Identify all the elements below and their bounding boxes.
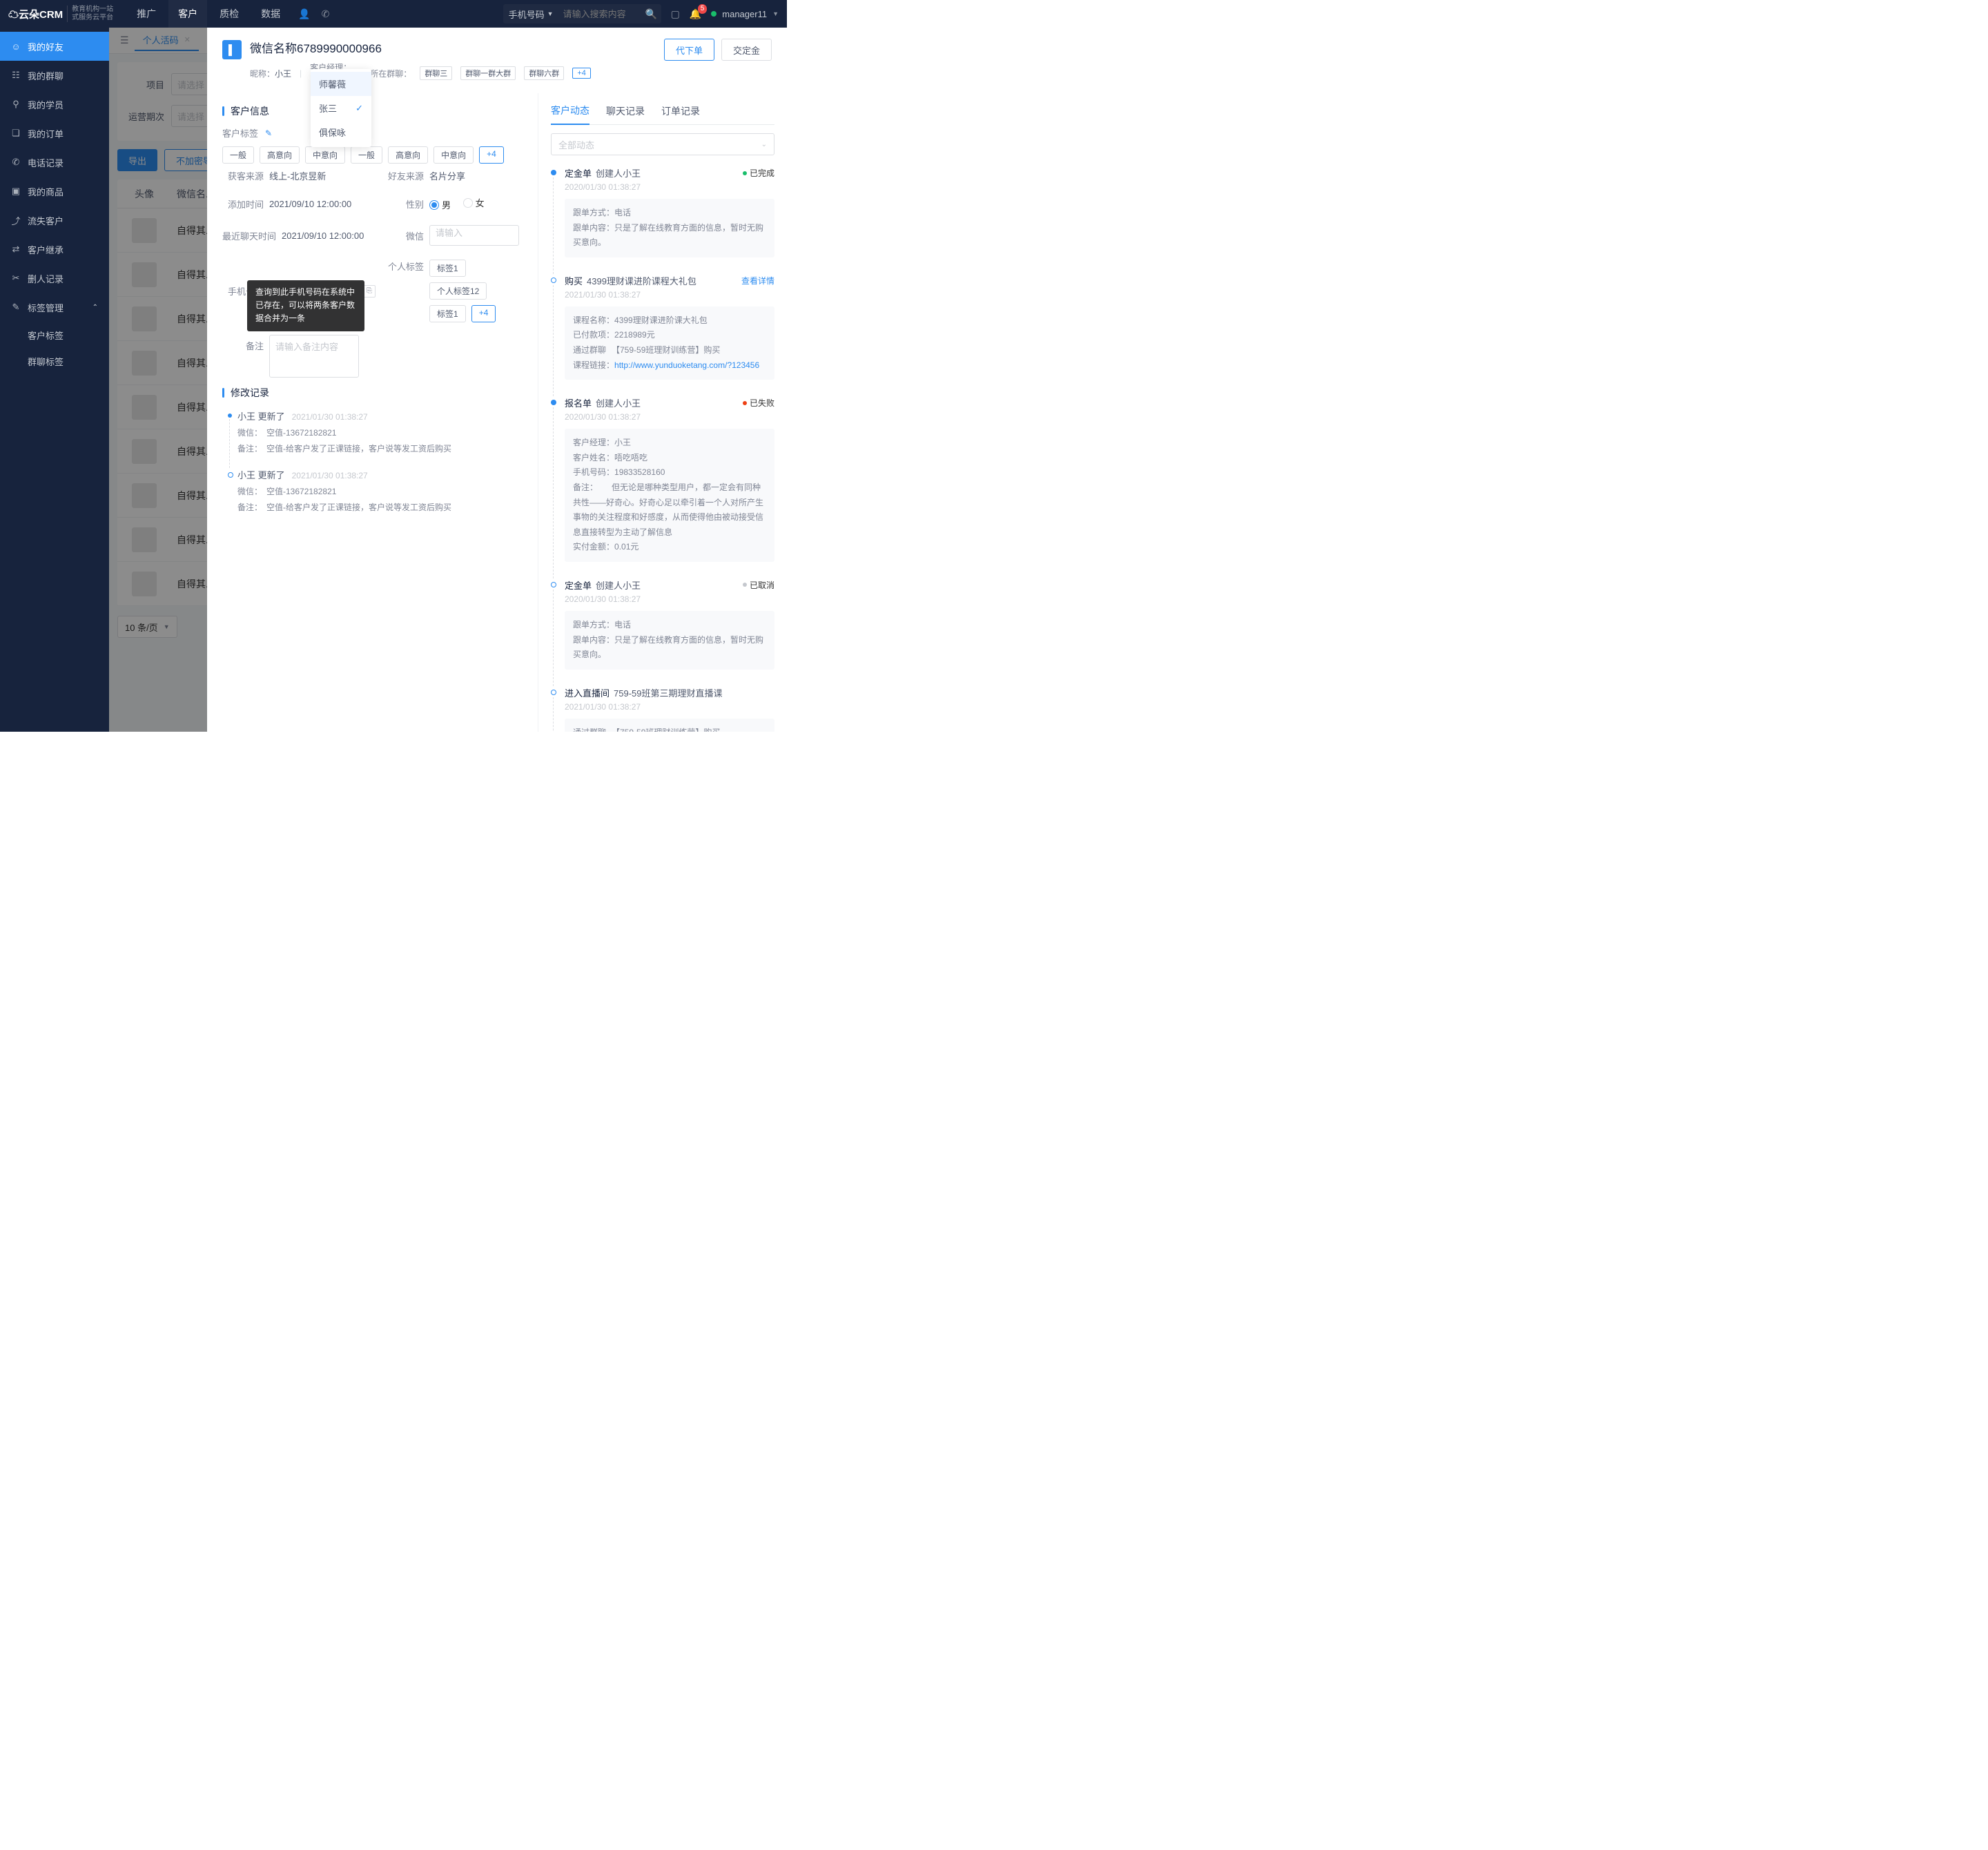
customer-tag[interactable]: 高意向 [260, 146, 300, 164]
section-info-header: 客户信息 [222, 104, 538, 118]
sidebar-lost[interactable]: ⤴流失客户 [0, 206, 109, 235]
customer-avatar-icon: ▌ [222, 40, 242, 59]
sidebar-tags[interactable]: ✎标签管理⌃ [0, 293, 109, 322]
logo-subtitle: 教育机构一站式服务云平台 [67, 6, 113, 22]
logo: ☁云朵CRM 教育机构一站式服务云平台 [8, 6, 113, 22]
search-type-select[interactable]: 手机号码▼ [503, 8, 559, 21]
notification-icon[interactable]: 🔔5 [690, 8, 701, 20]
nav-qc[interactable]: 质检 [210, 0, 248, 28]
search-group: 手机号码▼ 🔍 [503, 4, 661, 23]
search-icon[interactable]: 🔍 [642, 8, 661, 20]
feed-item: 报名单创建人小王已失败2020/01/30 01:38:27客户经理：小王客户姓… [551, 396, 774, 578]
check-icon: ✓ [355, 103, 363, 114]
sidebar-customer-tags[interactable]: 客户标签 [0, 322, 109, 348]
sidebar-groups[interactable]: ☷我的群聊 [0, 61, 109, 90]
section-history-header: 修改记录 [222, 386, 538, 400]
feed-item: 购买4399理财课进阶课程大礼包查看详情2021/01/30 01:38:27课… [551, 274, 774, 396]
personal-tag[interactable]: 标签1 [429, 260, 466, 277]
group-tag[interactable]: 群聊一群大群 [460, 66, 516, 80]
manager-option[interactable]: 张三✓ [311, 96, 371, 120]
place-order-button[interactable]: 代下单 [664, 39, 714, 61]
remark-input[interactable] [269, 335, 359, 378]
feed-item: 定金单创建人小王已完成2020/01/30 01:38:27跟单方式：电话跟单内… [551, 166, 774, 274]
search-input[interactable] [559, 9, 642, 19]
sidebar-goods[interactable]: ▣我的商品 [0, 177, 109, 206]
customer-tag[interactable]: 高意向 [388, 146, 428, 164]
feed-item: 定金单创建人小王已取消2020/01/30 01:38:27跟单方式：电话跟单内… [551, 578, 774, 686]
customer-tag[interactable]: 中意向 [433, 146, 474, 164]
nav-promo[interactable]: 推广 [127, 0, 166, 28]
history-item: 小王 更新了2021/01/30 01:38:27微信：空值-136721828… [225, 409, 524, 468]
mobile-icon[interactable]: ▢ [671, 8, 680, 20]
topbar: ☁云朵CRM 教育机构一站式服务云平台 推广 客户 质检 数据 👤 ✆ 手机号码… [0, 0, 787, 28]
user-icon[interactable]: 👤 [298, 8, 310, 20]
tab-activity[interactable]: 客户动态 [551, 97, 589, 125]
radio-female[interactable]: 女 [463, 196, 485, 209]
feed-item: 进入直播间759-59班第三期理财直播课2021/01/30 01:38:27通… [551, 686, 774, 732]
sidebar-orders[interactable]: ❏我的订单 [0, 119, 109, 148]
manager-option[interactable]: 师馨薇 [311, 72, 371, 96]
tab-order[interactable]: 订单记录 [661, 97, 700, 125]
tag-more[interactable]: +4 [479, 146, 504, 164]
customer-tag[interactable]: 一般 [222, 146, 254, 164]
sidebar-group-tags[interactable]: 群聊标签 [0, 348, 109, 374]
deposit-button[interactable]: 交定金 [721, 39, 772, 61]
radio-male[interactable]: 男 [429, 198, 451, 211]
history-item: 小王 更新了2021/01/30 01:38:27微信：空值-136721828… [225, 468, 524, 527]
logo-mark: ☁云朵CRM [8, 7, 63, 21]
top-nav: 推广 客户 质检 数据 [127, 0, 290, 28]
manager-option[interactable]: 俱保咏 [311, 120, 371, 144]
sidebar-friends[interactable]: ☺我的好友 [0, 32, 109, 61]
group-tag[interactable]: 群聊六群 [524, 66, 564, 80]
phone-tooltip: 查询到此手机号码在系统中已存在，可以将两条客户数据合并为一条 [247, 280, 364, 331]
user-menu[interactable]: manager11▼ [711, 9, 779, 19]
sidebar-calls[interactable]: ✆电话记录 [0, 148, 109, 177]
view-detail-link[interactable]: 查看详情 [741, 275, 774, 286]
manager-dropdown: 师馨薇 张三✓ 俱保咏 [311, 69, 371, 147]
link[interactable]: http://www.yunduoketang.com/?123456 [614, 360, 759, 370]
customer-tag[interactable]: 一般 [351, 146, 382, 164]
nav-customer[interactable]: 客户 [168, 0, 207, 28]
sidebar-students[interactable]: ⚲我的学员 [0, 90, 109, 119]
sidebar-inherit[interactable]: ⇄客户继承 [0, 235, 109, 264]
nav-data[interactable]: 数据 [251, 0, 290, 28]
phone-icon[interactable]: ✆ [322, 8, 330, 20]
personal-tag-more[interactable]: +4 [471, 305, 496, 322]
group-more[interactable]: +4 [572, 68, 591, 79]
sidebar-delete[interactable]: ✂删人记录 [0, 264, 109, 293]
group-tag[interactable]: 群聊三 [420, 66, 452, 80]
sidebar: ☺我的好友 ☷我的群聊 ⚲我的学员 ❏我的订单 ✆电话记录 ▣我的商品 ⤴流失客… [0, 28, 109, 732]
customer-drawer: ▌ 微信名称6789990000966 昵称：小王 | 客户经理：张三 ▲ | … [207, 28, 787, 732]
edit-icon[interactable]: ✎ [265, 128, 272, 138]
tab-chat[interactable]: 聊天记录 [606, 97, 645, 125]
personal-tag[interactable]: 个人标签12 [429, 282, 487, 300]
customer-tag[interactable]: 中意向 [305, 146, 345, 164]
copy-icon[interactable]: ⎘ [363, 285, 376, 298]
customer-title: 微信名称6789990000966 [250, 39, 591, 56]
personal-tag[interactable]: 标签1 [429, 305, 466, 322]
wechat-input[interactable]: 请输入 [429, 225, 519, 246]
activity-filter-select[interactable]: 全部动态⌄ [551, 133, 774, 155]
